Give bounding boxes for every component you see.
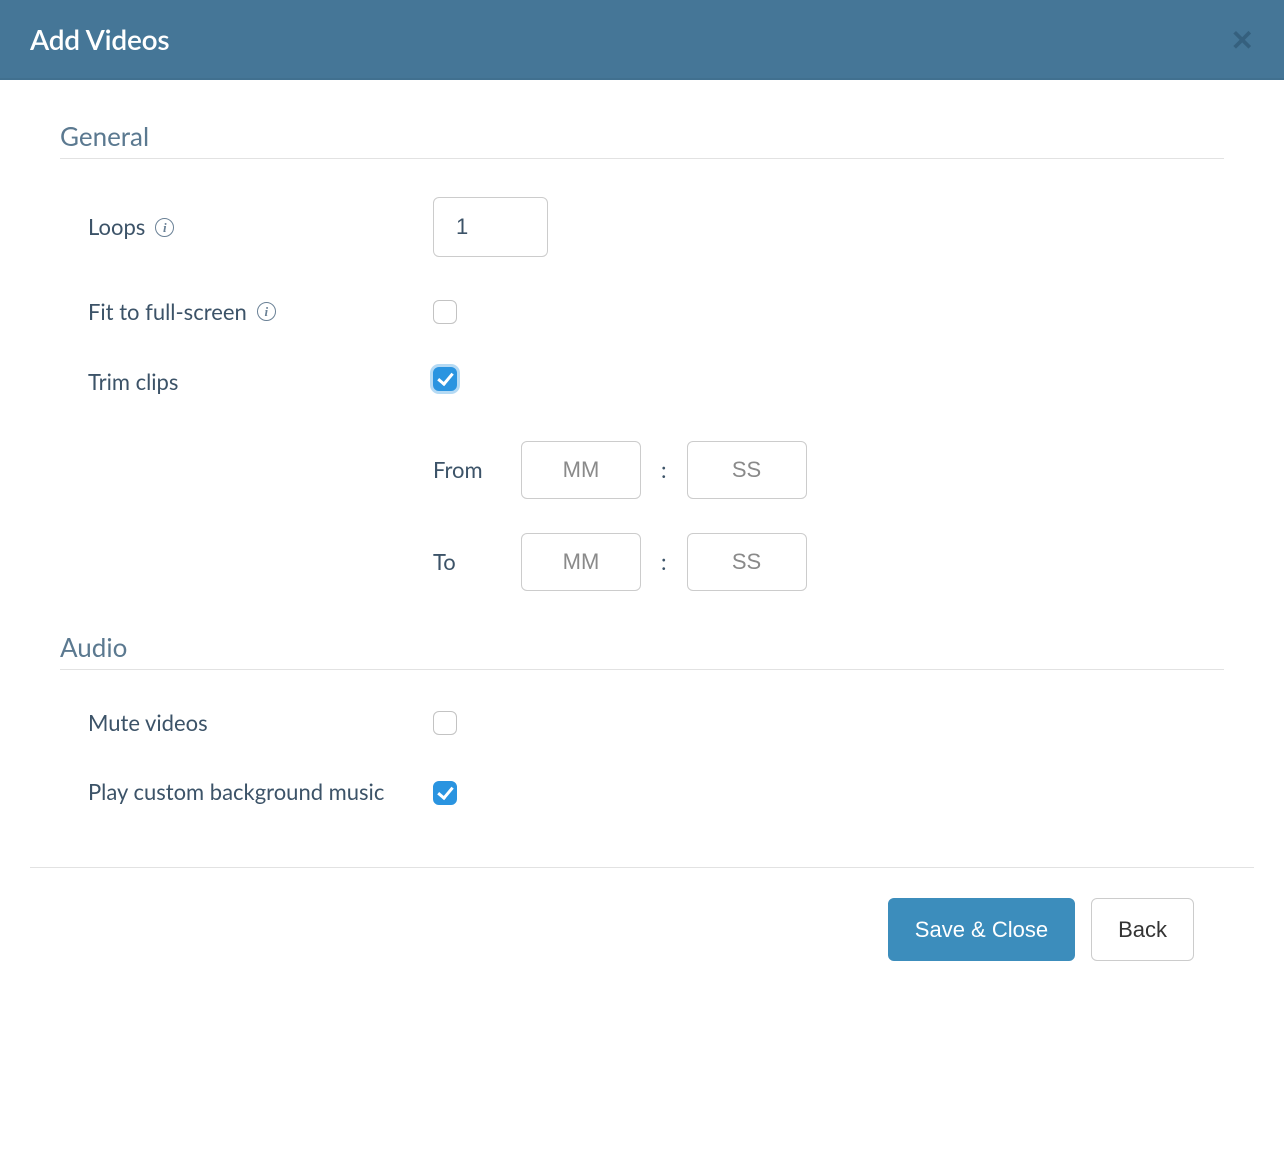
section-general-title: General	[60, 120, 1224, 159]
from-ss-input[interactable]	[687, 441, 807, 499]
info-icon[interactable]: i	[257, 302, 276, 321]
close-icon[interactable]: ✕	[1231, 25, 1254, 53]
info-icon[interactable]: i	[155, 218, 174, 237]
loops-label-wrap: Loops i	[88, 212, 433, 242]
row-trim-from: From :	[433, 441, 807, 499]
row-trim-to: To :	[433, 533, 807, 591]
fit-fullscreen-label-wrap: Fit to full-screen i	[88, 297, 433, 327]
row-loops: Loops i	[60, 197, 1224, 257]
play-bg-music-label: Play custom background music	[88, 777, 384, 807]
to-ss-input[interactable]	[687, 533, 807, 591]
loops-label: Loops	[88, 212, 145, 242]
to-label: To	[433, 548, 501, 575]
save-close-button[interactable]: Save & Close	[888, 898, 1075, 961]
fit-fullscreen-checkbox[interactable]	[433, 300, 457, 324]
row-play-bg-music: Play custom background music	[60, 777, 1224, 807]
trim-clips-label: Trim clips	[88, 367, 178, 397]
time-colon: :	[661, 456, 667, 483]
section-audio-title: Audio	[60, 631, 1224, 670]
row-fit-fullscreen: Fit to full-screen i	[60, 297, 1224, 327]
row-mute-videos: Mute videos	[60, 708, 1224, 738]
back-button[interactable]: Back	[1091, 898, 1194, 961]
mute-videos-checkbox[interactable]	[433, 711, 457, 735]
trim-clips-checkbox[interactable]	[433, 367, 457, 391]
fit-fullscreen-label: Fit to full-screen	[88, 297, 247, 327]
modal-title: Add Videos	[30, 22, 169, 56]
modal-body: General Loops i Fit to full-screen i Tri…	[0, 80, 1284, 867]
from-mm-input[interactable]	[521, 441, 641, 499]
loops-input[interactable]	[433, 197, 548, 257]
modal-footer: Save & Close Back	[30, 867, 1254, 1141]
modal-header: Add Videos ✕	[0, 0, 1284, 80]
row-trim-clips: Trim clips From : To :	[60, 367, 1224, 591]
play-bg-music-checkbox[interactable]	[433, 781, 457, 805]
from-label: From	[433, 456, 501, 483]
trim-clips-label-wrap: Trim clips	[88, 367, 433, 397]
time-colon: :	[661, 548, 667, 575]
trim-time-inputs: From : To :	[433, 441, 807, 591]
to-mm-input[interactable]	[521, 533, 641, 591]
mute-videos-label: Mute videos	[88, 708, 208, 738]
mute-videos-label-wrap: Mute videos	[88, 708, 433, 738]
play-bg-music-label-wrap: Play custom background music	[88, 777, 398, 807]
